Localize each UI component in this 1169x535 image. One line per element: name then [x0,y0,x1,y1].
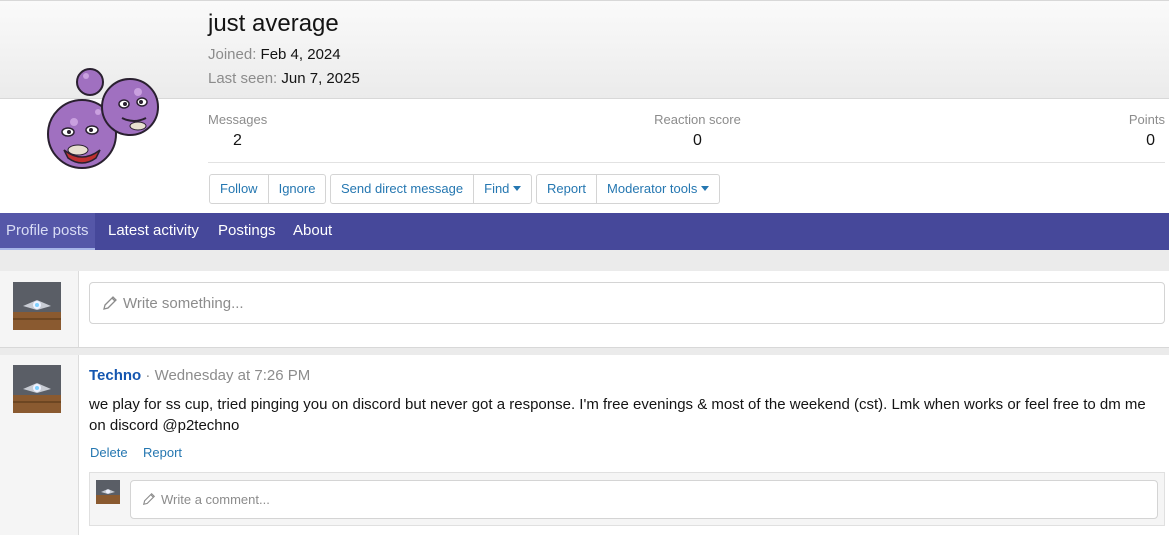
stat-points-value[interactable]: 0 [1100,132,1165,150]
follow-ignore-group: Follow Ignore [209,174,327,204]
report-profile-button[interactable]: Report [537,175,596,203]
delete-post-link[interactable]: Delete [90,445,128,460]
stat-reaction-value: 0 [693,132,702,149]
comment-input[interactable]: Write a comment... [130,480,1158,519]
moderator-tools-button[interactable]: Moderator tools [596,175,719,203]
author-avatar-icon[interactable] [13,365,61,413]
tab-profile-posts[interactable]: Profile posts [0,213,95,250]
find-dropdown-button[interactable]: Find [473,175,531,203]
moderator-tools-label: Moderator tools [607,181,698,196]
stat-messages[interactable]: Messages 2 [208,112,267,150]
report-post-link[interactable]: Report [143,445,182,460]
profile-post-composer-input[interactable]: Write something... [89,282,1165,324]
send-direct-message-button[interactable]: Send direct message [331,175,473,203]
tab-content-spacer [0,250,1169,271]
post-separator [0,347,1169,355]
profile-tab-bar: Profile posts Latest activity Postings A… [0,213,1169,250]
chevron-down-icon [513,186,522,191]
report-moderator-group: Report Moderator tools [536,174,721,204]
pencil-icon [142,492,156,506]
last-seen: Last seen: Jun 7, 2025 [208,70,360,87]
stat-points-label: Points [1128,112,1165,127]
message-find-group: Send direct message Find [330,174,533,204]
weezing-avatar-icon[interactable] [38,62,166,180]
tab-about[interactable]: About [293,213,332,250]
stats-divider [208,162,1165,163]
post-meta-separator: · [141,367,155,384]
pencil-icon [103,296,117,310]
stat-reaction-score: Reaction score 0 [654,112,741,150]
tab-latest-activity[interactable]: Latest activity [108,213,199,250]
joined-value: Feb 4, 2024 [260,46,341,63]
profile-username: just average [208,10,339,37]
profile-header-band [0,0,1169,99]
commenter-avatar-icon[interactable] [96,480,120,504]
stat-reaction-label: Reaction score [654,112,741,127]
follow-button[interactable]: Follow [210,175,268,203]
joined-label: Joined: [208,46,257,63]
last-seen-value: Jun 7, 2025 [281,70,360,87]
post-body-text: we play for ss cup, tried pinging you on… [89,396,1146,434]
user-avatar-icon[interactable] [13,282,61,330]
stat-messages-value[interactable]: 2 [208,132,267,150]
comment-placeholder: Write a comment... [161,492,270,507]
chevron-down-icon [701,186,710,191]
post-header: Techno · Wednesday at 7:26 PM [89,367,310,384]
stat-points[interactable]: Points 0 [1100,112,1165,150]
composer-placeholder: Write something... [123,295,244,312]
ignore-button[interactable]: Ignore [267,175,326,203]
post-author-link[interactable]: Techno [89,367,141,384]
find-label: Find [484,181,510,196]
joined-date: Joined: Feb 4, 2024 [208,46,341,63]
post-timestamp[interactable]: Wednesday at 7:26 PM [155,367,311,384]
tab-postings[interactable]: Postings [218,213,276,250]
last-seen-label: Last seen: [208,70,278,87]
stat-messages-label: Messages [208,112,268,127]
